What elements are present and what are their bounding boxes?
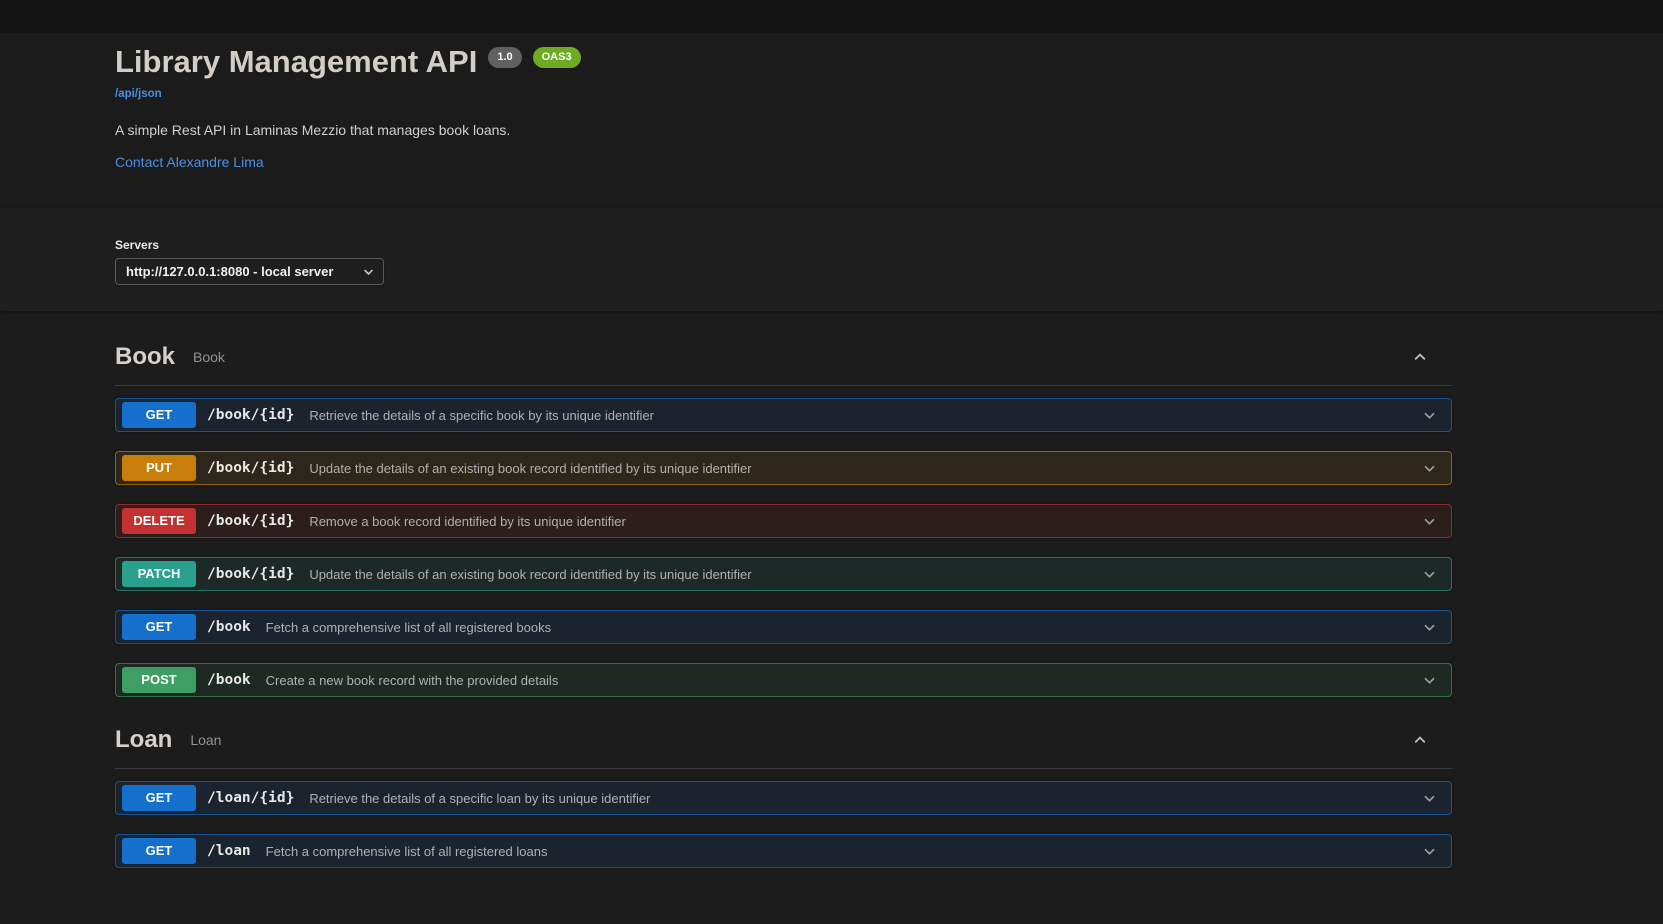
- method-badge: POST: [122, 667, 196, 694]
- version-badge: 1.0: [488, 47, 522, 68]
- op-path: /book/{id}: [207, 460, 295, 477]
- oas3-badge: OAS3: [532, 47, 581, 68]
- chevron-up-icon[interactable]: [1412, 349, 1428, 365]
- tag-section: Loan Loan GET /loan/{id} Retrieve the de…: [115, 716, 1452, 869]
- api-title: Library Management API: [115, 44, 478, 79]
- chevron-down-icon[interactable]: [1422, 620, 1437, 635]
- operation-row[interactable]: GET /loan/{id} Retrieve the details of a…: [115, 781, 1452, 816]
- chevron-down-icon[interactable]: [1422, 408, 1437, 423]
- op-summary: Fetch a comprehensive list of all regist…: [265, 619, 552, 635]
- method-badge: PUT: [122, 455, 196, 482]
- section-title: Loan: [115, 726, 173, 754]
- chevron-down-icon[interactable]: [1422, 844, 1437, 859]
- operation-row[interactable]: POST /book Create a new book record with…: [115, 663, 1452, 698]
- op-summary: Create a new book record with the provid…: [265, 672, 559, 688]
- tag-section: Book Book GET /book/{id} Retrieve the de…: [115, 333, 1452, 698]
- section-subtitle: Loan: [190, 732, 222, 749]
- method-badge: PATCH: [122, 561, 196, 588]
- method-badge: DELETE: [122, 508, 196, 535]
- section-title: Book: [115, 343, 175, 371]
- op-summary: Update the details of an existing book r…: [309, 566, 752, 582]
- servers-label: Servers: [115, 238, 160, 253]
- op-path: /book/{id}: [207, 566, 295, 583]
- method-badge: GET: [122, 614, 196, 641]
- op-path: /book/{id}: [207, 513, 295, 530]
- api-sections: Book Book GET /book/{id} Retrieve the de…: [115, 311, 1452, 869]
- operation-row[interactable]: PATCH /book/{id} Update the details of a…: [115, 557, 1452, 592]
- topbar: [0, 0, 1663, 33]
- operation-row[interactable]: DELETE /book/{id} Remove a book record i…: [115, 504, 1452, 539]
- operation-row[interactable]: GET /book Fetch a comprehensive list of …: [115, 610, 1452, 645]
- info-section: Library Management API 1.0 OAS3 /api/jso…: [0, 33, 1663, 209]
- method-badge: GET: [122, 402, 196, 429]
- section-subtitle: Book: [193, 349, 225, 366]
- operation-row[interactable]: GET /loan Fetch a comprehensive list of …: [115, 834, 1452, 869]
- operation-row[interactable]: GET /book/{id} Retrieve the details of a…: [115, 398, 1452, 433]
- chevron-up-icon[interactable]: [1412, 732, 1428, 748]
- chevron-down-icon[interactable]: [1422, 514, 1437, 529]
- server-select[interactable]: http://127.0.0.1:8080 - local server: [115, 258, 384, 286]
- op-summary: Fetch a comprehensive list of all regist…: [265, 843, 548, 859]
- chevron-down-icon[interactable]: [1422, 461, 1437, 476]
- chevron-down-icon[interactable]: [1422, 567, 1437, 582]
- op-path: /loan/{id}: [207, 790, 295, 807]
- page-title: Library Management API 1.0 OAS3: [115, 43, 1452, 80]
- op-path: /book: [207, 672, 251, 689]
- contact-link[interactable]: Contact Alexandre Lima: [115, 154, 264, 170]
- servers-section: Servers http://127.0.0.1:8080 - local se…: [0, 208, 1663, 312]
- tag-header[interactable]: Book Book: [115, 333, 1452, 387]
- server-select-wrap: http://127.0.0.1:8080 - local server: [115, 258, 384, 286]
- api-description: A simple Rest API in Laminas Mezzio that…: [115, 122, 511, 139]
- tag-header[interactable]: Loan Loan: [115, 716, 1452, 770]
- method-badge: GET: [122, 785, 196, 812]
- op-path: /loan: [207, 843, 251, 860]
- operations: GET /loan/{id} Retrieve the details of a…: [115, 781, 1452, 869]
- op-path: /book: [207, 619, 251, 636]
- op-summary: Retrieve the details of a specific loan …: [309, 790, 651, 806]
- chevron-down-icon[interactable]: [1422, 791, 1437, 806]
- operation-row[interactable]: PUT /book/{id} Update the details of an …: [115, 451, 1452, 486]
- spec-url-link[interactable]: /api/json: [115, 88, 162, 100]
- method-badge: GET: [122, 838, 196, 865]
- chevron-down-icon[interactable]: [1422, 673, 1437, 688]
- op-summary: Remove a book record identified by its u…: [309, 513, 626, 529]
- operations: GET /book/{id} Retrieve the details of a…: [115, 398, 1452, 698]
- op-summary: Retrieve the details of a specific book …: [309, 407, 655, 423]
- op-path: /book/{id}: [207, 407, 295, 424]
- op-summary: Update the details of an existing book r…: [309, 460, 752, 476]
